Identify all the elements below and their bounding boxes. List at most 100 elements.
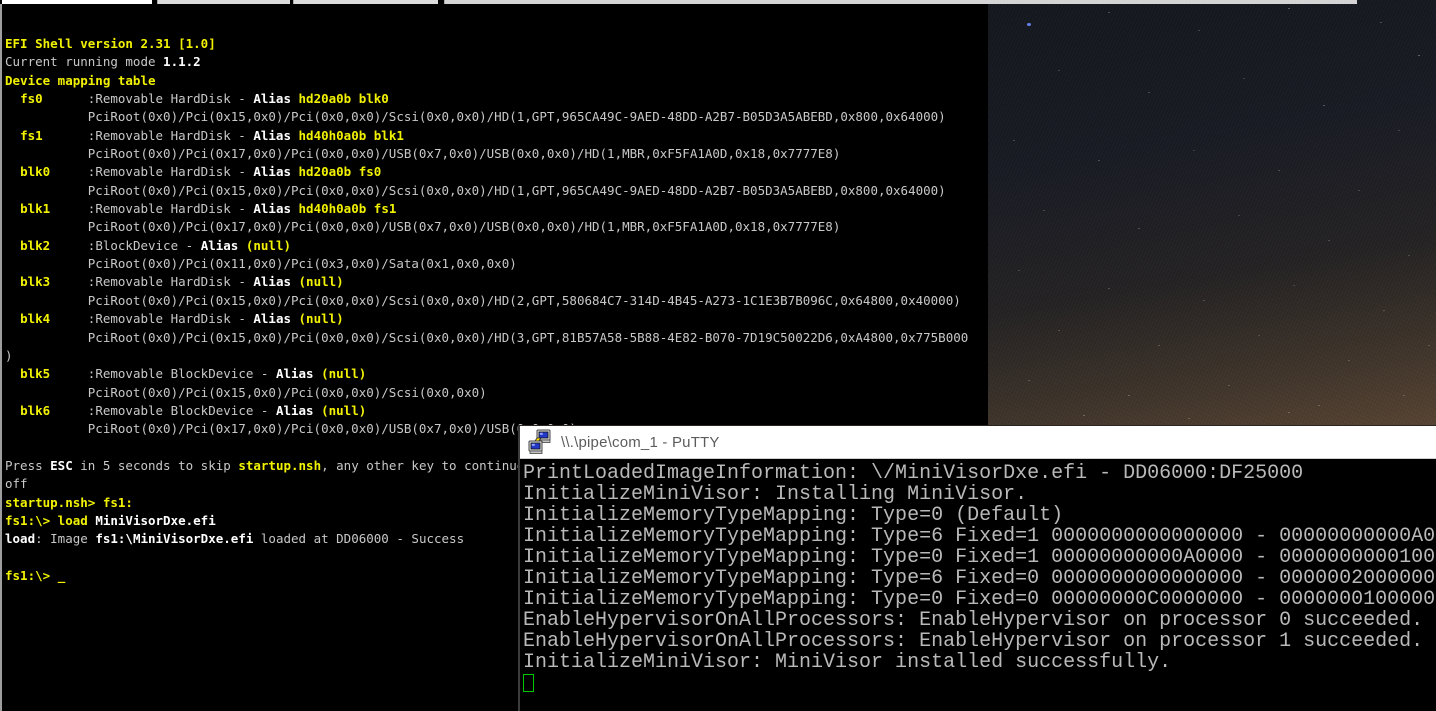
putty-log-lines: PrintLoadedImageInformation: \/MiniVisor…: [523, 463, 1436, 673]
console-line: InitializeMemoryTypeMapping: Type=0 Fixe…: [523, 589, 1436, 610]
console-text-segment: blk6: [20, 403, 50, 418]
console-line: EnableHypervisorOnAllProcessors: EnableH…: [523, 610, 1436, 631]
console-text-segment: :Removable HardDisk -: [43, 128, 254, 143]
console-text-segment: :Removable HardDisk -: [50, 164, 253, 179]
console-text-segment: ESC: [50, 458, 80, 473]
console-text-segment: fs1:\>: [5, 568, 58, 583]
console-text-segment: [5, 311, 20, 326]
console-text-segment: InitializeMemoryTypeMapping: Type=0 Fixe…: [523, 588, 1435, 611]
console-line: InitializeMemoryTypeMapping: Type=0 Fixe…: [523, 547, 1436, 568]
console-text-segment: [5, 201, 20, 216]
console-text-segment: (null): [321, 403, 366, 418]
console-text-segment: :Removable HardDisk -: [50, 274, 253, 289]
console-text-segment: PciRoot(0x0)/Pci(0x15,0x0)/Pci(0x0,0x0)/…: [5, 183, 946, 198]
console-text-segment: Press: [5, 458, 50, 473]
console-text-segment: (null): [299, 274, 344, 289]
console-text-segment: hd20a0b blk0: [299, 91, 389, 106]
console-line: PciRoot(0x0)/Pci(0x15,0x0)/Pci(0x0,0x0)/…: [5, 182, 988, 200]
console-text-segment: :Removable HardDisk -: [43, 91, 254, 106]
desktop: { "colors": { "efi_grey": "#c8c8c8", "ef…: [0, 0, 1436, 711]
console-text-segment: loaded at DD06000 - Success: [253, 531, 464, 546]
console-text-segment: InitializeMemoryTypeMapping: Type=0 Fixe…: [523, 546, 1435, 569]
console-text-segment: PciRoot(0x0)/Pci(0x17,0x0)/Pci(0x0,0x0)/…: [5, 421, 577, 436]
console-text-segment: startup.nsh> fs1:: [5, 495, 133, 510]
console-text-segment: hd40h0a0b blk1: [299, 128, 404, 143]
console-line: InitializeMiniVisor: Installing MiniViso…: [523, 484, 1436, 505]
console-text-segment: hd40h0a0b fs1: [299, 201, 397, 216]
putty-icon[interactable]: [528, 429, 554, 455]
console-line: blk4 :Removable HardDisk - Alias (null): [5, 310, 988, 328]
console-text-segment: hd20a0b fs0: [299, 164, 382, 179]
console-text-segment: PciRoot(0x0)/Pci(0x15,0x0)/Pci(0x0,0x0)/…: [5, 293, 961, 308]
console-line: blk5 :Removable BlockDevice - Alias (nul…: [5, 365, 988, 383]
console-text-segment: (null): [321, 366, 366, 381]
console-text-segment: Alias: [276, 366, 321, 381]
console-line: Current running mode 1.1.2: [5, 53, 988, 71]
console-text-segment: PciRoot(0x0)/Pci(0x17,0x0)/Pci(0x0,0x0)/…: [5, 146, 840, 161]
desktop-wallpaper: [988, 0, 1436, 430]
console-text-segment: Current running mode: [5, 54, 163, 69]
console-line: InitializeMemoryTypeMapping: Type=6 Fixe…: [523, 526, 1436, 547]
putty-terminal[interactable]: PrintLoadedImageInformation: \/MiniVisor…: [520, 460, 1436, 711]
console-line: blk2 :BlockDevice - Alias (null): [5, 237, 988, 255]
console-text-segment: PrintLoadedImageInformation: \/MiniVisor…: [523, 462, 1303, 485]
console-text-segment: off: [5, 476, 28, 491]
putty-titlebar[interactable]: \\.\pipe\com_1 - PuTTY: [520, 426, 1436, 459]
console-line: InitializeMemoryTypeMapping: Type=6 Fixe…: [523, 568, 1436, 589]
console-text-segment: :Removable HardDisk -: [50, 201, 253, 216]
console-text-segment: InitializeMemoryTypeMapping: Type=6 Fixe…: [523, 567, 1435, 590]
console-line: blk0 :Removable HardDisk - Alias hd20a0b…: [5, 163, 988, 181]
console-line: fs1 :Removable HardDisk - Alias hd40h0a0…: [5, 127, 988, 145]
console-text-segment: Alias: [253, 201, 298, 216]
console-line: fs0 :Removable HardDisk - Alias hd20a0b …: [5, 90, 988, 108]
console-line: blk3 :Removable HardDisk - Alias (null): [5, 273, 988, 291]
console-line: PciRoot(0x0)/Pci(0x15,0x0)/Pci(0x0,0x0)/…: [5, 329, 988, 347]
console-text-segment: _: [58, 568, 66, 583]
console-text-segment: InitializeMiniVisor: MiniVisor installed…: [523, 651, 1171, 674]
putty-block-cursor: [523, 674, 534, 692]
console-text-segment: [5, 403, 20, 418]
console-text-segment: Alias: [276, 403, 321, 418]
console-text-segment: ): [5, 348, 13, 363]
console-text-segment: InitializeMiniVisor: Installing MiniViso…: [523, 483, 1027, 506]
console-line: PciRoot(0x0)/Pci(0x17,0x0)/Pci(0x0,0x0)/…: [5, 145, 988, 163]
console-line: PciRoot(0x0)/Pci(0x15,0x0)/Pci(0x0,0x0)/…: [5, 384, 988, 402]
console-text-segment: (null): [246, 238, 291, 253]
console-text-segment: blk3: [20, 274, 50, 289]
console-text-segment: load: [5, 531, 35, 546]
console-text-segment: [5, 274, 20, 289]
putty-title-label: \\.\pipe\com_1 - PuTTY: [561, 434, 720, 451]
console-line: PciRoot(0x0)/Pci(0x15,0x0)/Pci(0x0,0x0)/…: [5, 108, 988, 126]
console-text-segment: fs1: [20, 128, 43, 143]
console-text-segment: blk4: [20, 311, 50, 326]
console-line: blk1 :Removable HardDisk - Alias hd40h0a…: [5, 200, 988, 218]
console-text-segment: :Removable HardDisk -: [50, 311, 253, 326]
console-text-segment: 1.1.2: [163, 54, 201, 69]
console-text-segment: blk1: [20, 201, 50, 216]
console-text-segment: blk0: [20, 164, 50, 179]
console-text-segment: [5, 91, 20, 106]
console-text-segment: EFI Shell version 2.31 [1.0]: [5, 36, 216, 51]
console-text-segment: :BlockDevice -: [50, 238, 201, 253]
console-line: Device mapping table: [5, 72, 988, 90]
console-text-segment: :Removable BlockDevice -: [50, 403, 276, 418]
console-text-segment: InitializeMemoryTypeMapping: Type=0 (Def…: [523, 504, 1063, 527]
console-text-segment: Alias: [253, 311, 298, 326]
console-text-segment: : Image: [35, 531, 95, 546]
console-line: ): [5, 347, 988, 365]
console-text-segment: Device mapping table: [5, 73, 156, 88]
console-text-segment: Alias: [253, 274, 298, 289]
console-text-segment: PciRoot(0x0)/Pci(0x11,0x0)/Pci(0x3,0x0)/…: [5, 256, 517, 271]
console-text-segment: startup.nsh: [238, 458, 321, 473]
putty-window: \\.\pipe\com_1 - PuTTY PrintLoadedImageI…: [518, 425, 1436, 711]
console-text-segment: :Removable BlockDevice -: [50, 366, 276, 381]
console-text-segment: in 5 seconds to skip: [80, 458, 238, 473]
console-text-segment: Alias: [201, 238, 246, 253]
console-text-segment: [5, 366, 20, 381]
console-text-segment: InitializeMemoryTypeMapping: Type=6 Fixe…: [523, 525, 1435, 548]
console-text-segment: (null): [299, 311, 344, 326]
console-text-segment: Alias: [253, 91, 298, 106]
console-text-segment: PciRoot(0x0)/Pci(0x17,0x0)/Pci(0x0,0x0)/…: [5, 219, 840, 234]
console-text-segment: EnableHypervisorOnAllProcessors: EnableH…: [523, 609, 1423, 632]
wallpaper-grain: [988, 0, 1436, 430]
